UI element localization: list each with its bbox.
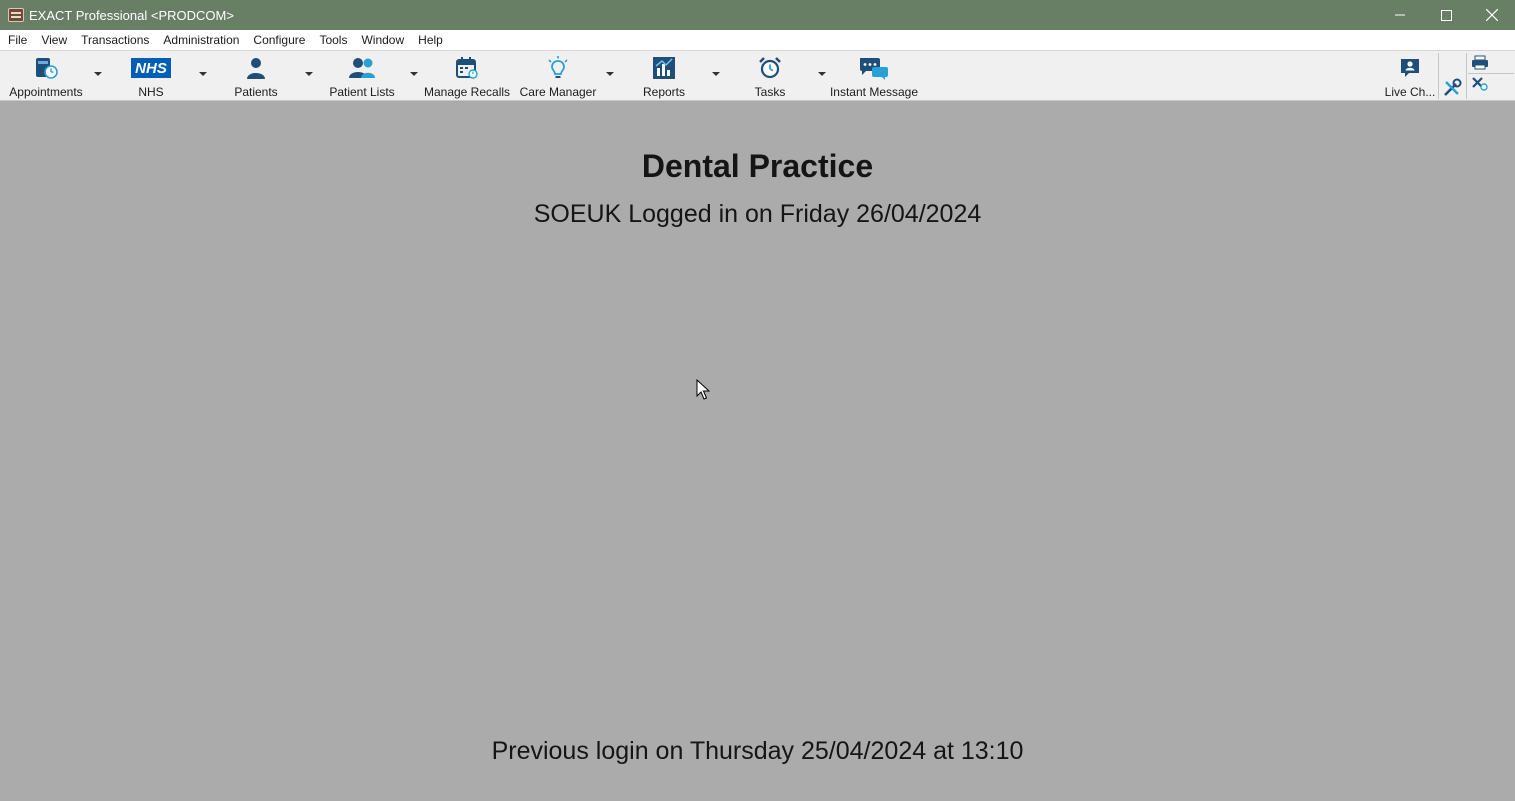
minimize-icon: [1395, 14, 1405, 16]
menu-file[interactable]: File: [0, 30, 34, 50]
chart-icon: [652, 55, 676, 81]
patients-dropdown-arrow[interactable]: [305, 72, 313, 76]
nhs-dropdown-arrow[interactable]: [199, 72, 207, 76]
main-panel: Dental Practice SOEUK Logged in on Frida…: [0, 101, 1515, 801]
patient-lists-dropdown-arrow[interactable]: [410, 72, 418, 76]
logged-in-status: SOEUK Logged in on Friday 26/04/2024: [533, 200, 982, 228]
menu-transactions[interactable]: Transactions: [74, 30, 156, 50]
practice-name: Dental Practice: [641, 148, 874, 184]
manage-recalls-button[interactable]: Manage Recalls: [424, 53, 510, 99]
nhs-logo: NHS: [131, 58, 171, 78]
instant-message-label: Instant Message: [829, 85, 919, 99]
maximize-button[interactable]: [1423, 0, 1469, 30]
live-chat-button[interactable]: Live Ch...: [1384, 53, 1436, 99]
printer-icon: [1472, 55, 1488, 70]
menu-administration[interactable]: Administration: [156, 30, 246, 50]
appointments-icon: [33, 55, 59, 81]
window-title: EXACT Professional <PRODCOM>: [29, 7, 234, 23]
nhs-logo-icon: NHS: [131, 55, 171, 81]
close-session-button[interactable]: [1470, 75, 1490, 93]
menu-window[interactable]: Window: [354, 30, 411, 50]
reports-label: Reports: [642, 85, 686, 99]
tasks-dropdown-arrow[interactable]: [818, 72, 826, 76]
calendar-icon: [455, 55, 479, 81]
appointments-label: Appointments: [9, 85, 83, 99]
menu-bar: File View Transactions Administration Co…: [0, 30, 1515, 50]
close-icon: [1486, 9, 1498, 21]
lightbulb-icon: [546, 55, 570, 81]
menu-tools[interactable]: Tools: [312, 30, 354, 50]
toolbar-separator-2: [1466, 53, 1467, 99]
patient-lists-label: Patient Lists: [329, 85, 395, 99]
reports-button[interactable]: Reports: [640, 53, 688, 99]
menu-configure[interactable]: Configure: [246, 30, 312, 50]
instant-message-button[interactable]: Instant Message: [830, 53, 918, 99]
patients-button[interactable]: Patients: [230, 53, 282, 99]
care-manager-button[interactable]: Care Manager: [518, 53, 598, 99]
settings-tools-button[interactable]: [1442, 78, 1462, 97]
menu-view[interactable]: View: [34, 30, 74, 50]
menu-help[interactable]: Help: [411, 30, 450, 50]
close-x-icon: [1472, 77, 1488, 91]
minimize-button[interactable]: [1377, 0, 1423, 30]
toolbar-separator: [1438, 53, 1439, 99]
manage-recalls-label: Manage Recalls: [423, 85, 511, 99]
care-manager-dropdown-arrow[interactable]: [606, 72, 614, 76]
previous-login-status: Previous login on Thursday 25/04/2024 at…: [491, 737, 1024, 765]
alarm-clock-icon: [758, 55, 782, 81]
live-chat-label: Live Ch...: [1384, 85, 1436, 99]
maximize-icon: [1440, 9, 1452, 21]
wrench-screwdriver-icon: [1444, 78, 1462, 96]
app-icon[interactable]: [8, 8, 24, 22]
main-toolbar: Appointments NHS NHS Patients Patient Li…: [0, 50, 1515, 101]
appointments-button[interactable]: Appointments: [6, 53, 86, 99]
patient-lists-icon: [347, 55, 377, 81]
patient-icon: [245, 55, 267, 81]
appointments-dropdown-arrow[interactable]: [94, 72, 102, 76]
patients-label: Patients: [234, 85, 278, 99]
patient-lists-button[interactable]: Patient Lists: [328, 53, 396, 99]
close-button[interactable]: [1469, 0, 1515, 30]
tasks-button[interactable]: Tasks: [750, 53, 790, 99]
tasks-label: Tasks: [754, 85, 786, 99]
print-button[interactable]: [1470, 53, 1490, 71]
window-controls: [1377, 0, 1515, 30]
mouse-cursor-icon: [696, 379, 710, 400]
chat-bubbles-icon: [858, 55, 890, 81]
nhs-label: NHS: [138, 85, 164, 99]
care-manager-label: Care Manager: [519, 85, 597, 99]
live-chat-icon: [1399, 55, 1421, 81]
reports-dropdown-arrow[interactable]: [712, 72, 720, 76]
title-bar: EXACT Professional <PRODCOM>: [0, 0, 1515, 30]
nhs-button[interactable]: NHS NHS: [128, 53, 174, 99]
icon-divider: [1468, 73, 1514, 74]
